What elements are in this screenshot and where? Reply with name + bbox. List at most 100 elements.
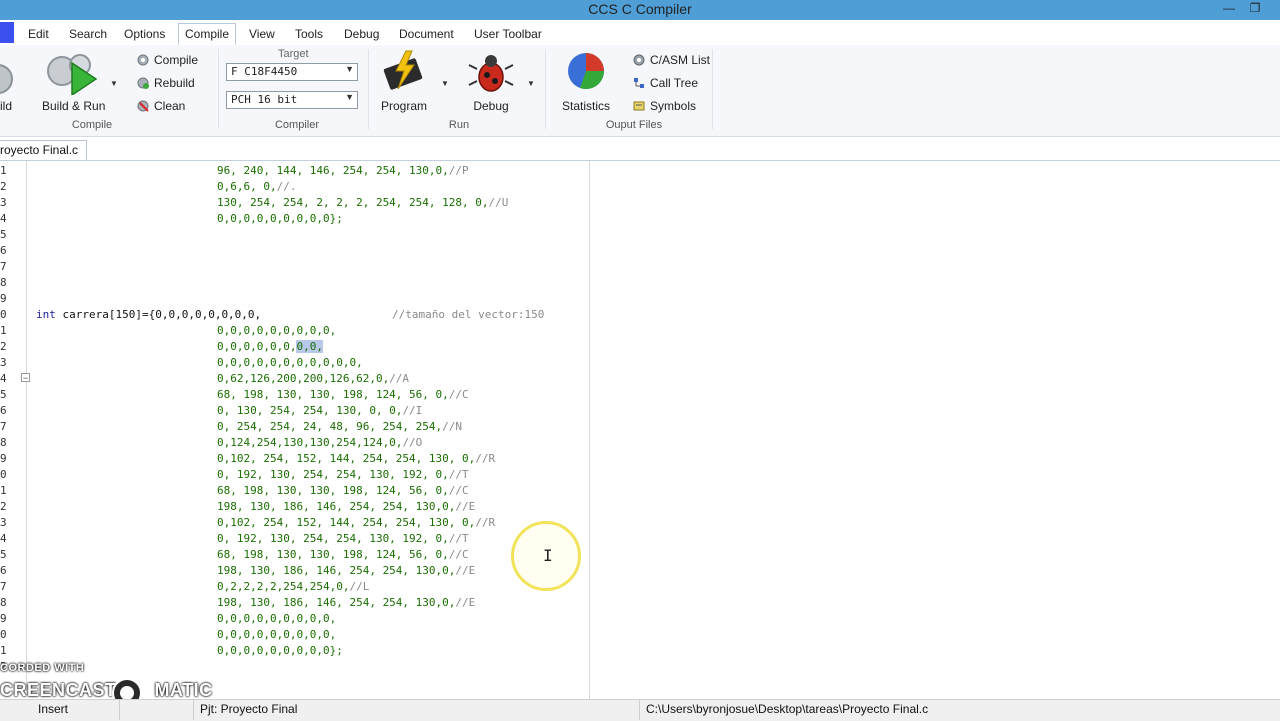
call-tree-button[interactable]: Call Tree [630,74,698,92]
code-line: 0, 192, 130, 254, 254, 130, 192, 0,//T [217,468,469,481]
code-line: 0,0,0,0,0,0,0,0,0, [217,612,337,625]
watermark-line1: CORDED WITH [0,662,85,674]
code-line: 0,0,0,0,0,0,0,0,0}; [217,212,343,225]
symbols-button[interactable]: Symbols [630,97,696,115]
ribbon-separator [218,49,219,129]
menu-view[interactable]: View [249,27,275,41]
fold-guide [26,161,27,691]
line-number: 0 [0,308,7,321]
line-number: 1 [0,644,7,657]
clean-button[interactable]: Clean [134,97,185,115]
menu-document[interactable]: Document [399,27,454,41]
menu-options[interactable]: Options [124,27,165,41]
program-dropdown-icon[interactable]: ▼ [441,79,449,88]
build-run-dropdown-icon[interactable]: ▼ [110,79,118,88]
rebuild-icon [136,76,150,90]
compile-button[interactable]: Compile [134,51,198,69]
code-line: 198, 130, 186, 146, 254, 254, 130,0,//E [217,596,476,609]
program-button[interactable]: Program [380,49,428,113]
ribbon-separator [368,49,369,129]
line-number: 4 [0,372,7,385]
line-number: 0 [0,628,7,641]
menu-compile[interactable]: Compile [178,23,237,45]
file-tab-proyecto-final[interactable]: royecto Final.c [0,140,88,160]
code-line: 0, 192, 130, 254, 254, 130, 192, 0,//T [217,532,469,545]
watermark-line2: CREENCAST MATIC [0,680,213,700]
pie-chart-icon [562,49,610,95]
line-number: 4 [0,532,7,545]
menu-edit[interactable]: Edit [28,27,49,41]
fold-collapse-icon[interactable]: − [21,373,30,383]
code-line: 0,0,0,0,0,0,0,0,0, [217,628,337,641]
code-editor[interactable]: − 1 2 3 4 5 6 7 8 9 0 1 2 3 4 5 6 7 8 9 … [0,161,1280,699]
casm-list-button[interactable]: C/ASM List [630,51,710,69]
code-line: 0,0,0,0,0,0,0,0,0,0,0, [217,356,363,369]
status-insert-mode: Insert [32,700,120,720]
menu-search[interactable]: Search [69,27,107,41]
minimize-icon[interactable]: — [1216,0,1242,18]
statistics-label: Statistics [562,99,611,113]
code-line: 0,0,0,0,0,0,0,0,0, [217,324,337,337]
clean-label: Clean [154,99,186,113]
symbols-icon [632,99,646,113]
line-number: 5 [0,228,7,241]
line-number: 3 [0,196,7,209]
code-line: 198, 130, 186, 146, 254, 254, 130,0,//E [217,500,476,513]
compile-label: Compile [154,53,199,67]
line-number: 6 [0,564,7,577]
line-number: 8 [0,596,7,609]
build-run-label: Build & Run [42,99,106,113]
code-line: 68, 198, 130, 130, 198, 124, 56, 0,//C [217,484,469,497]
line-number: 3 [0,516,7,529]
line-number: 7 [0,420,7,433]
line-number: 7 [0,580,7,593]
target-select[interactable]: F C18F4450 ▼ [226,63,358,81]
file-tab-strip: royecto Final.c [0,137,1280,161]
line-number: 8 [0,436,7,449]
build-label: ild [0,99,12,113]
code-line: 96, 240, 144, 146, 254, 254, 130,0,//P [217,164,469,177]
status-project: Pjt: Proyecto Final [194,700,640,720]
menu-debug[interactable]: Debug [344,27,379,41]
bug-icon [467,49,515,95]
line-number: 6 [0,404,7,417]
debug-dropdown-icon[interactable]: ▼ [527,79,535,88]
line-number: 6 [0,244,7,257]
code-line: 0,6,6, 0,//. [217,180,297,193]
status-bar: Insert Pjt: Proyecto Final C:\Users\byro… [0,699,1280,721]
debug-label: Debug [473,99,509,113]
code-line: 68, 198, 130, 130, 198, 124, 56, 0,//C [217,388,469,401]
chevron-down-icon: ▼ [345,64,354,74]
code-line: 0,0,0,0,0,0,0,0, [217,340,323,353]
status-empty-cell [120,700,194,720]
line-number: 0 [0,468,7,481]
output-group-label: Ouput Files [605,119,663,131]
menu-user-toolbar[interactable]: User Toolbar [474,27,542,41]
line-number: 5 [0,388,7,401]
casm-list-label: C/ASM List [650,53,711,67]
line-number: 1 [0,164,7,177]
menu-tools[interactable]: Tools [295,27,323,41]
debug-button[interactable]: Debug [467,49,515,113]
line-number: 1 [0,324,7,337]
ribbon: ild Build & Run ▼ Compile Rebuild Clean … [0,45,1280,137]
clean-icon [136,99,150,113]
file-menu-button[interactable] [0,22,14,43]
target-label: Target [278,48,309,60]
restore-icon[interactable]: ❐ [1242,0,1268,18]
build-button[interactable]: ild [0,49,18,113]
line-number: 3 [0,356,7,369]
right-margin-guide [589,161,590,699]
title-bar: CCS C Compiler — ❐ [0,0,1280,20]
run-group-label: Run [448,119,470,131]
statistics-button[interactable]: Statistics [562,49,610,113]
build-run-button[interactable]: Build & Run [42,49,105,113]
rebuild-button[interactable]: Rebuild [134,74,195,92]
symbols-label: Symbols [650,99,697,113]
code-line: 0,124,254,130,130,254,124,0,//O [217,436,423,449]
line-number: 5 [0,548,7,561]
text-cursor-icon: I [543,546,553,565]
line-number: 8 [0,276,7,289]
compiler-select[interactable]: PCH 16 bit ▼ [226,91,358,109]
code-line: 0,62,126,200,200,126,62,0,//A [217,372,410,385]
